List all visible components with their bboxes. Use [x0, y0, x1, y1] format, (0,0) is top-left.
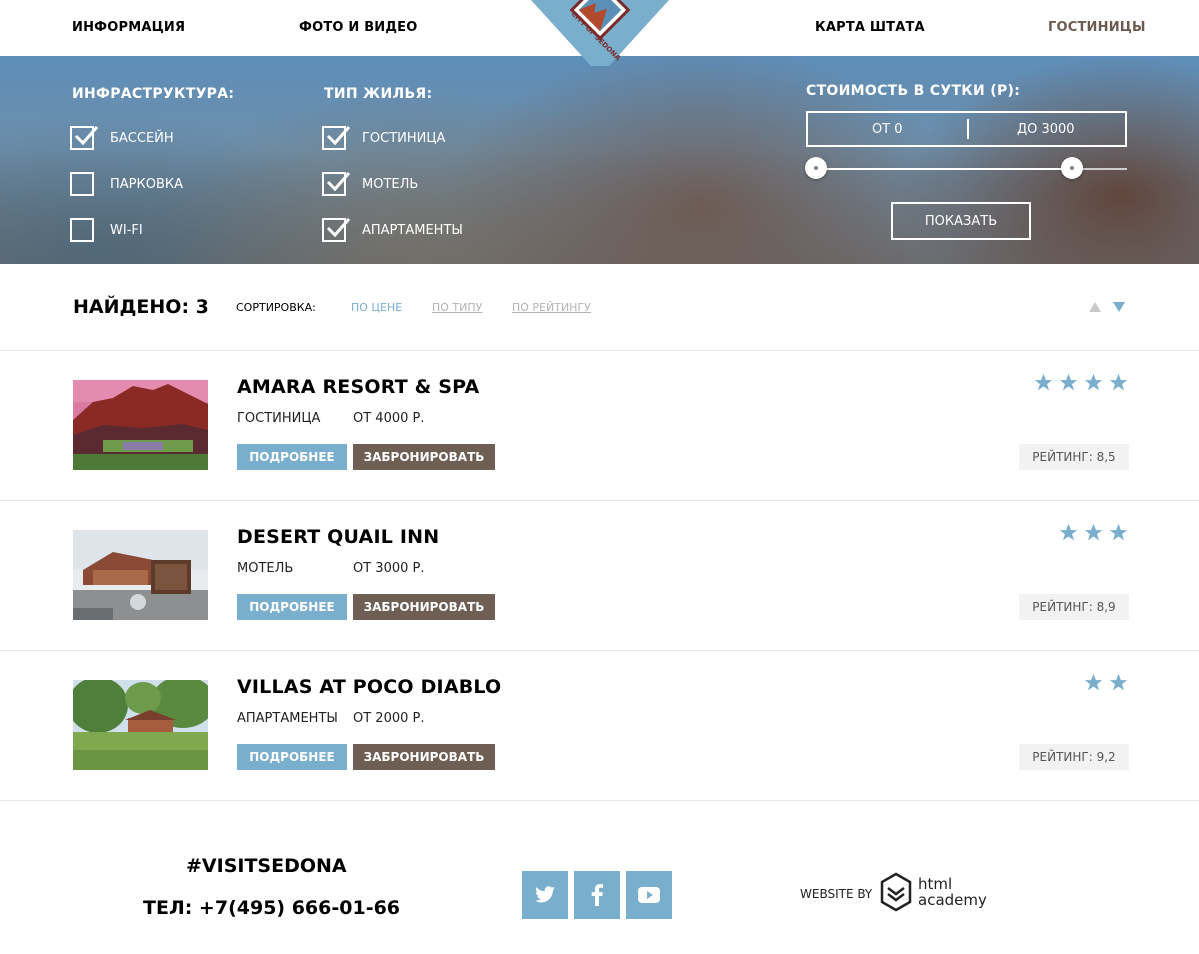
checkbox-parking[interactable]: ПАРКОВКА [70, 172, 183, 196]
academy-line1: html [918, 875, 953, 893]
checkbox-motel[interactable]: МОТЕЛЬ [322, 172, 418, 196]
sort-label: СОРТИРОВКА: [236, 301, 316, 314]
academy-text: html academy [918, 876, 987, 908]
price-slider-fill [815, 168, 1073, 170]
html-academy-icon [880, 872, 912, 912]
nav-info[interactable]: ИНФОРМАЦИЯ [72, 20, 185, 35]
star-icon [1109, 373, 1128, 391]
html-academy-logo[interactable]: html academy [880, 872, 987, 912]
star-rating [1059, 523, 1128, 542]
details-button[interactable]: ПОДРОБНЕЕ [237, 744, 347, 770]
hotel-name: DESERT QUAIL INN [237, 526, 440, 548]
sedona-logo[interactable]: CITY OF SEDONA [531, 0, 669, 72]
star-icon [1034, 373, 1053, 391]
hotel-name: AMARA RESORT & SPA [237, 376, 480, 398]
star-icon [1059, 523, 1078, 541]
facebook-button[interactable] [574, 871, 620, 919]
results-bar: НАЙДЕНО: 3 СОРТИРОВКА: ПО ЦЕНЕ ПО ТИПУ П… [0, 264, 1199, 351]
rating-badge: РЕЙТИНГ: 8,9 [1019, 594, 1129, 620]
checkbox-box[interactable] [70, 218, 94, 242]
sort-by-rating[interactable]: ПО РЕЙТИНГУ [512, 301, 591, 314]
hotel-card: AMARA RESORT & SPA ГОСТИНИЦА ОТ 4000 Р. … [0, 351, 1199, 501]
checkmark-icon [326, 172, 351, 192]
sort-descending-icon[interactable] [1113, 302, 1125, 312]
twitter-button[interactable] [522, 871, 568, 919]
website-by-label: WEBSITE BY [800, 887, 873, 901]
star-icon [1059, 373, 1078, 391]
sort-by-type[interactable]: ПО ТИПУ [432, 301, 482, 314]
checkmark-icon [326, 218, 351, 238]
hotel-card: VILLAS AT POCO DIABLO АПАРТАМЕНТЫ ОТ 200… [0, 651, 1199, 801]
checkbox-label: АПАРТАМЕНТЫ [362, 222, 463, 238]
star-icon [1109, 673, 1128, 691]
hotel-type: АПАРТАМЕНТЫ [237, 711, 338, 726]
price-slider-max-handle[interactable] [1061, 157, 1084, 179]
facebook-icon [591, 884, 603, 906]
star-icon [1084, 673, 1103, 691]
price-from-input[interactable]: ОТ 0 [808, 122, 967, 137]
hotel-photo-desert-quail[interactable] [73, 530, 208, 620]
nav-photo-video[interactable]: ФОТО И ВИДЕО [299, 20, 418, 35]
infrastructure-title: ИНФРАСТРУКТУРА: [72, 86, 235, 102]
hotel-type: МОТЕЛЬ [237, 561, 294, 576]
hotel-photo-villas[interactable] [73, 680, 208, 770]
nav-state-map[interactable]: КАРТА ШТАТА [815, 20, 925, 35]
star-icon [1084, 373, 1103, 391]
star-icon [1109, 523, 1128, 541]
checkbox-box[interactable] [70, 172, 94, 196]
price-range-box: ОТ 0 ДО 3000 [806, 111, 1127, 147]
footer-phone: ТЕЛ: +7(495) 666-01-66 [143, 897, 401, 919]
price-to-input[interactable]: ДО 3000 [967, 122, 1126, 137]
hotel-card: DESERT QUAIL INN МОТЕЛЬ ОТ 3000 Р. ПОДРО… [0, 501, 1199, 651]
hotel-price: ОТ 2000 Р. [353, 711, 425, 726]
rating-badge: РЕЙТИНГ: 8,5 [1019, 444, 1129, 470]
checkbox-wifi[interactable]: WI-FI [70, 218, 143, 242]
star-rating [1084, 673, 1128, 692]
checkbox-label: ГОСТИНИЦА [362, 130, 446, 146]
hotel-name: VILLAS AT POCO DIABLO [237, 676, 502, 698]
hotel-price: ОТ 4000 Р. [353, 411, 425, 426]
sort-ascending-icon[interactable] [1089, 302, 1101, 312]
footer-hashtag: #VISITSEDONA [186, 855, 347, 877]
checkbox-label: МОТЕЛЬ [362, 176, 419, 192]
hotel-type: ГОСТИНИЦА [237, 411, 321, 426]
filter-panel: ИНФРАСТРУКТУРА: БАССЕЙН ПАРКОВКА WI-FI Т… [0, 56, 1199, 264]
book-button[interactable]: ЗАБРОНИРОВАТЬ [353, 444, 495, 470]
checkmark-icon [74, 126, 99, 146]
details-button[interactable]: ПОДРОБНЕЕ [237, 444, 347, 470]
checkmark-icon [326, 126, 351, 146]
star-rating [1034, 373, 1128, 392]
checkbox-label: ПАРКОВКА [110, 176, 184, 192]
show-button[interactable]: ПОКАЗАТЬ [891, 202, 1031, 240]
checkbox-pool[interactable]: БАССЕЙН [70, 126, 174, 150]
checkbox-label: БАССЕЙН [110, 130, 174, 146]
details-button[interactable]: ПОДРОБНЕЕ [237, 594, 347, 620]
rating-badge: РЕЙТИНГ: 9,2 [1019, 744, 1129, 770]
price-slider-min-handle[interactable] [804, 157, 827, 179]
book-button[interactable]: ЗАБРОНИРОВАТЬ [353, 594, 495, 620]
checkbox-box[interactable] [322, 172, 351, 196]
price-divider [967, 119, 969, 139]
checkbox-hotel[interactable]: ГОСТИНИЦА [322, 126, 445, 150]
found-count: НАЙДЕНО: 3 [73, 296, 209, 318]
housing-type-title: ТИП ЖИЛЬЯ: [324, 86, 433, 102]
youtube-button[interactable] [626, 871, 672, 919]
academy-line2: academy [918, 891, 987, 909]
checkbox-box[interactable] [322, 218, 351, 242]
hotel-photo-amara[interactable] [73, 380, 208, 470]
checkbox-box[interactable] [322, 126, 351, 150]
price-title: СТОИМОСТЬ В СУТКИ (Р): [806, 83, 1021, 99]
hotel-price: ОТ 3000 Р. [353, 561, 425, 576]
checkbox-label: WI-FI [110, 222, 143, 238]
star-icon [1084, 523, 1103, 541]
nav-hotels[interactable]: ГОСТИНИЦЫ [1048, 20, 1146, 35]
book-button[interactable]: ЗАБРОНИРОВАТЬ [353, 744, 495, 770]
youtube-icon [638, 887, 660, 903]
checkbox-apartments[interactable]: АПАРТАМЕНТЫ [322, 218, 463, 242]
sort-by-price[interactable]: ПО ЦЕНЕ [351, 301, 402, 314]
twitter-icon [535, 886, 555, 903]
checkbox-box[interactable] [70, 126, 99, 150]
